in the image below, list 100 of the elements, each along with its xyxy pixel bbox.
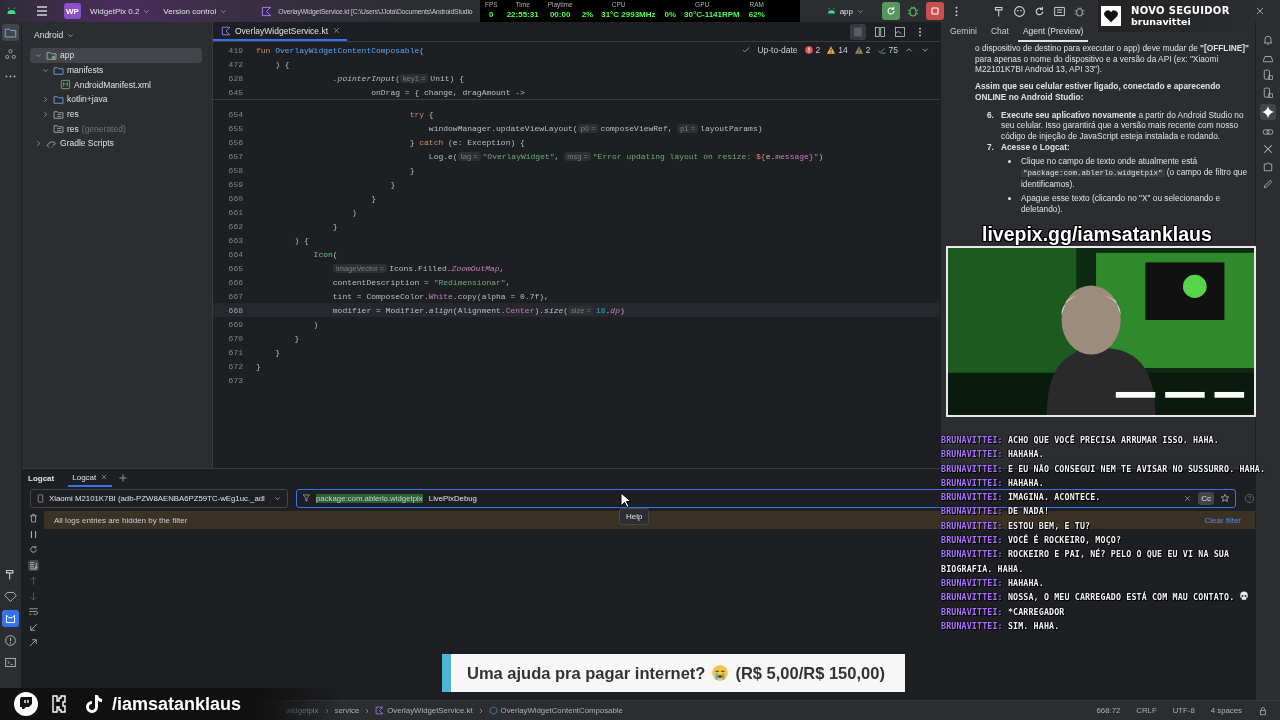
step-text: Execute seu aplicativo novamente a partir do Android Studio no seu celular. Isso garantirá que a versão mais recente com nosso código de injeção de JavaScript esteja instalada e rodando.: [1001, 109, 1245, 142]
status-text: Up-to-date: [757, 45, 798, 55]
line-number: 673: [227, 375, 243, 385]
line-number: 671: [227, 347, 243, 357]
tree-item[interactable]: manifests: [30, 62, 202, 78]
chat-message: BRUNAVITTEI: IMAGINA. ACONTECE.: [941, 492, 1101, 503]
code-line: } catch (e: Exception) {: [408, 137, 525, 147]
chat-message: BRUNAVITTEI: E EU NÃO CONSEGUI NEM TE AVISAR NO SUSSURRO. HAHA.: [941, 463, 1266, 474]
donation-text: Uma ajuda pra pagar internet?: [467, 663, 706, 683]
code-line: }: [274, 347, 280, 357]
code-line: contentDescription = "Redimensionar",: [331, 277, 511, 287]
code-line: }: [331, 221, 338, 231]
follower-name: brunavittei: [1131, 16, 1192, 27]
line-number: 655: [227, 123, 243, 133]
line-number: 645: [227, 87, 243, 97]
chat-message: BRUNAVITTEI: NOSSA, O MEU CARREGADO ESTÁ COM MAU CONTATO.: [941, 592, 1235, 603]
code-line: fun OverlayWidgetContentComposable(: [256, 45, 425, 55]
stat-value: 0: [489, 9, 494, 20]
code-line: }: [408, 165, 415, 175]
tree-item[interactable]: AndroidManifest.xml: [30, 77, 202, 93]
step-number: 7.: [987, 141, 995, 153]
line-number: 628: [227, 73, 243, 83]
message-paragraph: o dispositivo de destino para executar o app) deve mudar de "[OFFLINE]" para apenas o nome do dispositivo e a versão da API (ex: "Xiaomi M22101K7BI Android 13, API 33").: [975, 43, 1249, 76]
panel-tab[interactable]: Gemini: [945, 22, 982, 42]
tree-item[interactable]: app: [30, 48, 202, 63]
match-case-toggle[interactable]: Cc: [1198, 491, 1214, 505]
line-number: 667: [227, 291, 243, 301]
clear-filter-link[interactable]: Clear filter: [1204, 515, 1247, 525]
stat-value: 30°C-1141RPM: [684, 9, 740, 20]
line-number: 666: [227, 277, 243, 287]
code-line: onDrag = { change, dragAmount ->: [370, 87, 525, 97]
panel-tab[interactable]: Agent (Preview): [1017, 22, 1089, 42]
line-number: 670: [227, 333, 243, 343]
line-number: 419: [227, 45, 243, 55]
code-line: try {: [408, 109, 434, 119]
line-number: 657: [227, 151, 243, 161]
line-number: 472: [227, 59, 243, 69]
chat-message: BRUNAVITTEI: HAHAHA.: [941, 477, 1044, 488]
inspection-count: 14: [838, 45, 848, 55]
code-line: }: [389, 179, 396, 189]
stat-value: 00:00: [549, 9, 571, 20]
chat-message: BRUNAVITTEI: HAHAHA.: [941, 577, 1044, 588]
line-number: 658: [227, 165, 243, 175]
project-badge: WP: [64, 3, 81, 19]
chat-message: BRUNAVITTEI: HAHAHA.: [941, 449, 1044, 460]
project-dropdown[interactable]: WidgetPix 0.2: [87, 2, 155, 20]
panel-tab[interactable]: Chat: [985, 22, 1014, 42]
view-dropdown[interactable]: Android: [30, 26, 80, 44]
line-number: 672: [227, 361, 243, 371]
code-line: ) {: [274, 59, 290, 69]
chat-message: BRUNAVITTEI: DE NADA!: [941, 506, 1050, 517]
line-number: 654: [227, 109, 243, 119]
tree-item[interactable]: res: [30, 106, 202, 122]
line-number: 662: [227, 221, 243, 231]
notice-text: All logs entries are hidden by the filter: [54, 515, 188, 525]
chat-message: BRUNAVITTEI: VOCÊ É ROCKEIRO, MOÇO?: [941, 535, 1122, 546]
donation-amount: (R$ 5,00/R$ 150,00): [735, 663, 885, 683]
chat-message: BRUNAVITTEI: ESTOU BEM, E TU?: [941, 520, 1091, 531]
stat-value: 22:55:31: [506, 9, 539, 20]
code-line: Icon(: [312, 249, 338, 259]
tree-item[interactable]: res (generated): [30, 121, 202, 137]
run-config-dropdown[interactable]: app: [822, 2, 868, 20]
tool-window-title: Logcat: [28, 472, 56, 485]
code-line: ): [312, 319, 319, 329]
code-line: }: [256, 361, 261, 371]
step-text: Acesse o Logcat:: [1001, 141, 1070, 153]
chat-message: BRUNAVITTEI: *CARREGADOR: [941, 606, 1065, 617]
code-line: }: [293, 333, 300, 343]
step-number: 6.: [987, 109, 995, 122]
code-line: tint = ComposeColor.White.copy(alpha = 0.7f),: [331, 291, 549, 301]
message-heading: Assim que seu celular estiver ligado, conectado e aparecendo ONLINE no Android Studio:: [975, 81, 1222, 103]
tree-item[interactable]: kotlin+java: [30, 92, 202, 107]
line-number: 656: [227, 137, 243, 147]
chat-message: BRUNAVITTEI: ROCKEIRO E PAI, NÉ? PELO O QUE EU VI NA SUA BIOGRAFIA. HAHA.: [941, 549, 1230, 574]
line-number: 669: [227, 319, 243, 329]
line-number: 660: [227, 193, 243, 203]
inspection-count: 2: [865, 45, 871, 55]
chat-message: BRUNAVITTEI: ACHO QUE VOCÊ PRECISA ARRUMAR ISSO. HAHA.: [941, 435, 1219, 445]
chat-message: BRUNAVITTEI: SIM. HAHA.: [941, 620, 1060, 631]
line-number: 661: [227, 207, 243, 217]
inspection-count: 75: [888, 45, 898, 55]
inspection-count: 2: [815, 45, 821, 55]
tooltip: Help: [619, 508, 650, 525]
line-number: 668: [227, 305, 243, 315]
bullet-text: Apague esse texto (clicando no "X" ou selecionando e deletando).: [1021, 193, 1222, 215]
social-handle: /iamsatanklaus: [112, 693, 242, 715]
code-line: }: [370, 193, 377, 203]
stat-value: 62%: [748, 9, 765, 20]
version-control-dropdown[interactable]: Version control: [160, 2, 232, 20]
code-line: ) {: [293, 235, 309, 245]
code-line: ): [351, 207, 357, 217]
stat-value: 0%: [664, 9, 677, 20]
line-number: 665: [227, 263, 243, 273]
stat-value: 2%: [581, 9, 594, 20]
alert-title: NOVO SEGUIDOR: [1131, 5, 1230, 16]
tree-item[interactable]: Gradle Scripts: [30, 136, 202, 151]
line-number: 663: [227, 235, 243, 245]
logcat-tab[interactable]: Logcat: [68, 469, 113, 487]
line-number: 659: [227, 179, 243, 189]
stat-value: 31°C 2993MHz: [601, 9, 656, 20]
